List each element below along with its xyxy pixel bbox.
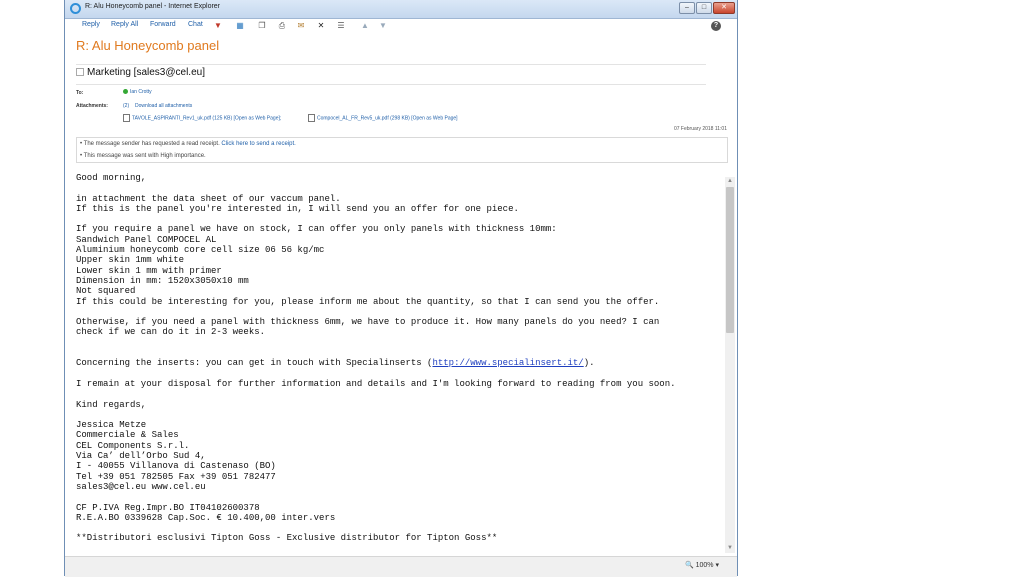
body-line: Aluminium honeycomb core cell size 06 56… xyxy=(76,245,325,256)
body-line: CF P.IVA Reg.Impr.BO IT04102600378 xyxy=(76,502,260,513)
title-bar: R: Alu Honeycomb panel - Internet Explor… xyxy=(65,0,737,19)
flag-icon[interactable]: ▼ xyxy=(213,21,223,31)
body-line: R.E.A.BO 0339628 Cap.Soc. € 10.400,00 in… xyxy=(76,512,336,523)
body-line: Kind regards, xyxy=(76,399,147,410)
specialinsert-link[interactable]: http://www.specialinsert.it/ xyxy=(432,358,583,368)
body-line: Lower skin 1 mm with primer xyxy=(76,265,222,276)
vertical-scrollbar[interactable]: ▲ ▼ xyxy=(725,177,735,553)
print-icon[interactable]: ⎙ xyxy=(277,21,287,31)
body-line: CEL Components S.r.l. xyxy=(76,440,190,451)
body-line: Jessica Metze xyxy=(76,420,147,431)
body-line: check if we can do it in 2-3 weeks. xyxy=(76,327,266,338)
body-line: Tel +39 051 782505 Fax +39 051 782477 xyxy=(76,471,276,482)
inserts-line: Concerning the inserts: you can get in t… xyxy=(76,358,595,369)
body-line: Sandwich Panel COMPOCEL AL xyxy=(76,234,217,245)
forward-button[interactable]: Forward xyxy=(150,21,176,28)
body-line: Good morning, xyxy=(76,173,147,183)
body-line xyxy=(76,214,716,224)
send-receipt-link[interactable]: Click here to send a receipt. xyxy=(221,141,295,147)
body-line: Not squared xyxy=(76,286,136,297)
divider xyxy=(76,64,706,65)
body-line xyxy=(76,348,716,358)
body-line: **Distributori esclusivi Tipton Goss - E… xyxy=(76,533,498,544)
read-receipt-notice: • The message sender has requested a rea… xyxy=(80,141,296,147)
junk-icon[interactable]: ✉ xyxy=(296,21,306,31)
body-line: If this is the panel you're interested i… xyxy=(76,203,519,214)
chat-button[interactable]: Chat xyxy=(188,21,203,28)
attachment-item[interactable]: TAVOLE_ASPIRANTI_Rev1_uk.pdf (125 KB) [O… xyxy=(123,114,281,122)
browser-window: R: Alu Honeycomb panel - Internet Explor… xyxy=(64,0,738,577)
body-line: I remain at your disposal for further in… xyxy=(76,378,676,389)
reply-button[interactable]: Reply xyxy=(82,21,100,28)
download-all-link[interactable]: Download all attachments xyxy=(135,103,192,109)
body-line xyxy=(76,369,716,379)
status-bar: 🔍 100% ▾ xyxy=(65,556,737,577)
body-line: If you require a panel we have on stock,… xyxy=(76,224,557,235)
body-line xyxy=(76,523,716,533)
body-line: I - 40055 Villanova di Castenaso (BO) xyxy=(76,461,276,472)
minimize-button[interactable]: – xyxy=(679,2,695,14)
message-toolbar: Reply Reply All Forward Chat ▼ ▦ ❐ ⎙ ✉ ✕… xyxy=(65,19,737,33)
body-line: Dimension in mm: 1520x3050x10 mm xyxy=(76,275,249,286)
reply-all-button[interactable]: Reply All xyxy=(111,21,138,28)
message-body: Good morning, in attachment the data shee… xyxy=(76,173,716,553)
move-icon[interactable]: ❐ xyxy=(257,21,267,31)
categories-icon[interactable]: ▦ xyxy=(235,21,245,31)
maximize-button[interactable]: □ xyxy=(696,2,712,14)
sender-name[interactable]: Marketing [sales3@cel.eu] xyxy=(87,67,205,78)
pdf-file-icon xyxy=(123,114,130,122)
scroll-up-icon[interactable]: ▲ xyxy=(725,177,735,186)
recipient[interactable]: Ian Crotty xyxy=(123,89,152,95)
body-line xyxy=(76,492,716,502)
window-title: R: Alu Honeycomb panel - Internet Explor… xyxy=(85,3,221,10)
scrollbar-thumb[interactable] xyxy=(726,187,734,333)
body-line xyxy=(76,183,716,193)
attachments-label: Attachments: xyxy=(76,103,108,109)
message-date: 07 February 2018 11:01 xyxy=(673,126,727,132)
internet-explorer-icon xyxy=(70,3,81,14)
body-line: Commerciale & Sales xyxy=(76,430,179,441)
options-icon[interactable]: ☰ xyxy=(336,21,346,31)
to-label: To: xyxy=(76,90,84,96)
body-line: Via Ca’ dell’Orbo Sud 4, xyxy=(76,451,206,462)
previous-item-icon[interactable]: ▲ xyxy=(360,21,370,31)
info-bar: • The message sender has requested a rea… xyxy=(76,137,728,163)
scroll-down-icon[interactable]: ▼ xyxy=(725,544,735,553)
body-line xyxy=(76,410,716,420)
body-line xyxy=(76,338,716,348)
message-sender: Marketing [sales3@cel.eu] xyxy=(76,67,205,78)
message-subject: R: Alu Honeycomb panel xyxy=(76,38,220,53)
zoom-control[interactable]: 🔍 100% ▾ xyxy=(685,561,719,569)
body-line: If this could be interesting for you, pl… xyxy=(76,296,660,307)
delete-icon[interactable]: ✕ xyxy=(316,21,326,31)
body-line: sales3@cel.eu www.cel.eu xyxy=(76,481,206,492)
body-line xyxy=(76,307,716,317)
body-line xyxy=(76,389,716,399)
next-item-icon[interactable]: ▼ xyxy=(378,21,388,31)
importance-notice: • This message was sent with High import… xyxy=(80,153,206,159)
attachments-count: (2) xyxy=(123,103,130,109)
attachment-item[interactable]: Compocel_AL_FR_Rev5_uk.pdf (298 KB) [Ope… xyxy=(308,114,458,122)
pdf-file-icon xyxy=(308,114,315,122)
body-line: Otherwise, if you need a panel with thic… xyxy=(76,317,660,328)
help-icon[interactable]: ? xyxy=(711,21,721,31)
close-button[interactable]: ✕ xyxy=(713,2,735,14)
presence-icon xyxy=(123,89,128,95)
body-line: Upper skin 1mm white xyxy=(76,255,185,266)
body-line: in attachment the data sheet of our vacc… xyxy=(76,193,341,204)
divider xyxy=(76,84,706,85)
sender-presence-icon xyxy=(76,68,84,77)
